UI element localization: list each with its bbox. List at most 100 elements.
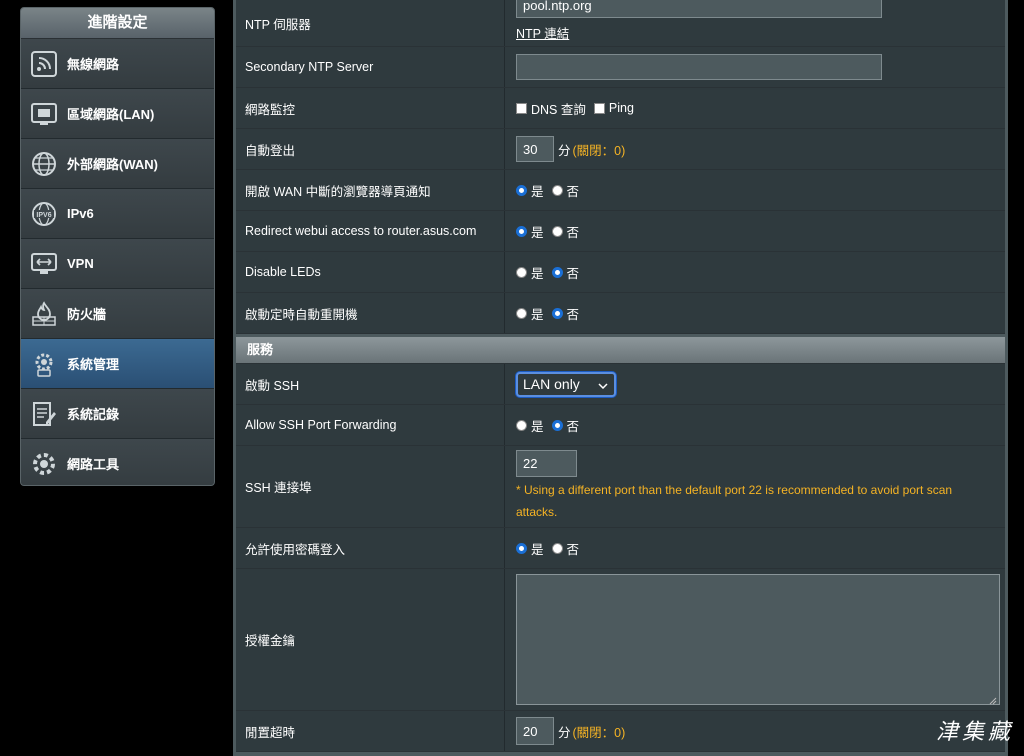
sidebar-item-vpn[interactable]: VPN bbox=[21, 239, 214, 289]
idle-timeout-hint: (關閉：0) bbox=[572, 725, 626, 740]
ssh-enable-label: 啟動 SSH bbox=[236, 364, 505, 404]
redirect-webui-label: Redirect webui access to router.asus.com bbox=[236, 211, 505, 251]
services-header: 服務 bbox=[236, 337, 1005, 364]
svg-text:IPV6: IPV6 bbox=[36, 212, 51, 219]
ntp-server-row: NTP 伺服器 NTP 連結 bbox=[236, 0, 1005, 47]
redirect-webui-yes[interactable]: 是 bbox=[516, 222, 544, 241]
password-login-no[interactable]: 否 bbox=[551, 539, 579, 558]
advanced-settings-sidebar: 進階設定 無線網路 區域網路(LAN) 外部網路(WAN) IPV6 IPv6 … bbox=[20, 7, 215, 486]
disable-leds-no-radio[interactable] bbox=[551, 266, 563, 278]
ssh-forwarding-no-radio[interactable] bbox=[551, 419, 563, 431]
sidebar-item-label: 區域網路(LAN) bbox=[67, 107, 155, 122]
disable-leds-label: Disable LEDs bbox=[236, 252, 505, 292]
scheduled-reboot-yes[interactable]: 是 bbox=[516, 304, 544, 323]
chevron-down-icon bbox=[598, 376, 608, 392]
redirect-webui-no-radio[interactable] bbox=[551, 225, 563, 237]
dns-query-checkbox[interactable] bbox=[516, 102, 527, 114]
ssh-forwarding-yes-radio[interactable] bbox=[516, 419, 527, 431]
globe-icon bbox=[29, 149, 59, 179]
services-table: 服務 啟動 SSH LAN only Allow SSH Port Forwar… bbox=[236, 337, 1005, 752]
sidebar-item-system-log[interactable]: 系統記錄 bbox=[21, 389, 214, 439]
ntp-server-label: NTP 伺服器 bbox=[236, 0, 505, 46]
wan-notify-no[interactable]: 否 bbox=[551, 181, 579, 200]
wireless-icon bbox=[29, 49, 59, 79]
sidebar-item-label: 系統記錄 bbox=[67, 407, 120, 422]
ssh-forwarding-no[interactable]: 否 bbox=[551, 416, 579, 435]
secondary-ntp-input[interactable] bbox=[516, 54, 882, 80]
auth-key-textarea[interactable] bbox=[516, 574, 1000, 705]
redirect-webui-yes-radio[interactable] bbox=[516, 225, 527, 237]
idle-timeout-unit: 分 bbox=[558, 725, 571, 740]
network-monitor-label: 網路監控 bbox=[236, 88, 505, 128]
ssh-forwarding-yes[interactable]: 是 bbox=[516, 416, 544, 435]
system-settings-table: NTP 伺服器 NTP 連結 Secondary NTP Server 網路監控… bbox=[236, 0, 1005, 334]
log-icon bbox=[29, 399, 59, 429]
system-settings-panel: NTP 伺服器 NTP 連結 Secondary NTP Server 網路監控… bbox=[233, 0, 1008, 756]
auto-logout-label: 自動登出 bbox=[236, 129, 505, 169]
sidebar-item-label: VPN bbox=[67, 256, 94, 271]
ipv6-icon: IPV6 bbox=[29, 199, 59, 229]
ping-option[interactable]: Ping bbox=[593, 101, 634, 115]
sidebar-item-lan[interactable]: 區域網路(LAN) bbox=[21, 89, 214, 139]
sidebar-item-label: 外部網路(WAN) bbox=[67, 157, 158, 172]
idle-timeout-input[interactable] bbox=[516, 717, 554, 745]
sidebar-item-label: 防火牆 bbox=[67, 307, 107, 322]
ssh-mode-select[interactable]: LAN only bbox=[516, 371, 616, 397]
tools-icon bbox=[29, 449, 59, 479]
network-monitor-row: 網路監控 DNS 查詢 Ping bbox=[236, 88, 1005, 129]
sidebar-item-network-tools[interactable]: 網路工具 bbox=[21, 439, 214, 485]
auto-logout-hint: (關閉：0) bbox=[572, 143, 626, 158]
password-login-yes-radio[interactable] bbox=[516, 542, 527, 554]
ssh-port-warning: * Using a different port than the defaul… bbox=[516, 483, 953, 519]
sidebar-item-wan[interactable]: 外部網路(WAN) bbox=[21, 139, 214, 189]
vpn-icon bbox=[29, 249, 59, 279]
disable-leds-yes[interactable]: 是 bbox=[516, 263, 544, 282]
scheduled-reboot-no-radio[interactable] bbox=[551, 307, 563, 319]
sidebar-item-administration[interactable]: 系統管理 bbox=[21, 339, 214, 389]
lan-icon bbox=[29, 99, 59, 129]
ssh-forwarding-label: Allow SSH Port Forwarding bbox=[236, 405, 505, 445]
auth-key-row: 授權金鑰 bbox=[236, 569, 1005, 711]
disable-leds-yes-radio[interactable] bbox=[516, 266, 527, 278]
ping-checkbox[interactable] bbox=[593, 102, 605, 114]
wan-notify-row: 開啟 WAN 中斷的瀏覽器導頁通知 是 否 bbox=[236, 170, 1005, 211]
sidebar-title: 進階設定 bbox=[21, 8, 214, 39]
ntp-link[interactable]: NTP 連結 bbox=[516, 23, 1005, 42]
scheduled-reboot-no[interactable]: 否 bbox=[551, 304, 579, 323]
ntp-server-input[interactable] bbox=[516, 0, 882, 18]
disable-leds-row: Disable LEDs 是 否 bbox=[236, 252, 1005, 293]
password-login-no-radio[interactable] bbox=[551, 542, 563, 554]
sidebar-item-label: 系統管理 bbox=[67, 357, 120, 372]
auto-logout-row: 自動登出 分 (關閉：0) bbox=[236, 129, 1005, 170]
auth-key-label: 授權金鑰 bbox=[236, 569, 505, 710]
ssh-forwarding-row: Allow SSH Port Forwarding 是 否 bbox=[236, 405, 1005, 446]
scheduled-reboot-yes-radio[interactable] bbox=[516, 307, 527, 319]
ssh-enable-row: 啟動 SSH LAN only bbox=[236, 364, 1005, 405]
secondary-ntp-label: Secondary NTP Server bbox=[236, 47, 505, 87]
idle-timeout-row: 閒置超時 分 (關閉：0) bbox=[236, 711, 1005, 752]
sidebar-item-label: 無線網路 bbox=[67, 57, 120, 72]
scheduled-reboot-row: 啟動定時自動重開機 是 否 bbox=[236, 293, 1005, 334]
sidebar-item-firewall[interactable]: 防火牆 bbox=[21, 289, 214, 339]
firewall-icon bbox=[29, 299, 59, 329]
wan-notify-no-radio[interactable] bbox=[551, 184, 563, 196]
wan-notify-yes-radio[interactable] bbox=[516, 184, 527, 196]
sidebar-item-wireless[interactable]: 無線網路 bbox=[21, 39, 214, 89]
password-login-yes[interactable]: 是 bbox=[516, 539, 544, 558]
ssh-port-row: SSH 連接埠 * Using a different port than th… bbox=[236, 446, 1005, 528]
watermark: 津集藏 bbox=[935, 720, 1014, 745]
redirect-webui-row: Redirect webui access to router.asus.com… bbox=[236, 211, 1005, 252]
scheduled-reboot-label: 啟動定時自動重開機 bbox=[236, 293, 505, 333]
redirect-webui-no[interactable]: 否 bbox=[551, 222, 579, 241]
sidebar-item-ipv6[interactable]: IPV6 IPv6 bbox=[21, 189, 214, 239]
disable-leds-no[interactable]: 否 bbox=[551, 263, 579, 282]
password-login-row: 允許使用密碼登入 是 否 bbox=[236, 528, 1005, 569]
auto-logout-input[interactable] bbox=[516, 136, 554, 162]
wan-notify-yes[interactable]: 是 bbox=[516, 181, 544, 200]
dns-query-option[interactable]: DNS 查詢 bbox=[516, 99, 586, 118]
resize-grip-icon[interactable] bbox=[989, 694, 997, 705]
idle-timeout-label: 閒置超時 bbox=[236, 711, 505, 751]
ssh-port-input[interactable] bbox=[516, 450, 577, 477]
wan-notify-label: 開啟 WAN 中斷的瀏覽器導頁通知 bbox=[236, 170, 505, 210]
ssh-mode-value: LAN only bbox=[523, 376, 580, 392]
